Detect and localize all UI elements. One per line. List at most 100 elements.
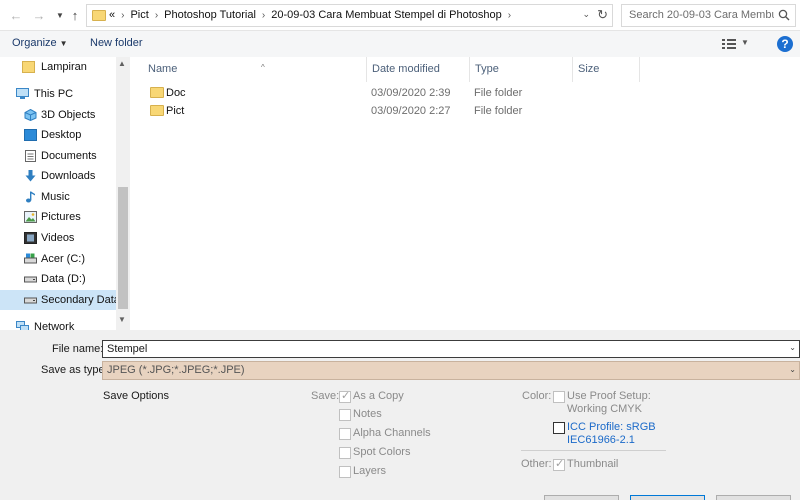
command-bar: Organize ▼ New folder ▼ ? xyxy=(0,31,800,57)
column-header-size[interactable]: Size xyxy=(571,57,639,82)
computer-icon xyxy=(16,88,29,99)
save-as-type-label: Save as type: xyxy=(41,364,108,376)
view-dropdown-icon[interactable]: ▼ xyxy=(741,38,749,47)
nav-item-secondary-data[interactable]: Secondary Data xyxy=(0,290,120,310)
icc-profile-name: IEC61966-2.1 xyxy=(567,434,635,446)
file-name-label: File name: xyxy=(52,343,104,355)
search-input[interactable]: Search 20-09-03 Cara Membuat Stempel di … xyxy=(621,4,796,27)
folder-icon xyxy=(22,61,35,73)
nav-item-label: Acer (C:) xyxy=(41,253,85,265)
save-form: File name: Stempel ⌄ Save as type: JPEG … xyxy=(0,330,800,500)
nav-item-documents[interactable]: Documents xyxy=(0,146,116,166)
column-header-type[interactable]: Type xyxy=(468,57,572,82)
as-a-copy-checkbox[interactable]: ✓ xyxy=(339,390,351,403)
scroll-thumb[interactable] xyxy=(118,187,128,309)
music-icon xyxy=(26,191,35,203)
save-as-type-select[interactable]: JPEG (*.JPG;*.JPEG;*.JPE) ⌄ xyxy=(102,361,800,380)
scroll-down-icon[interactable]: ▼ xyxy=(118,315,126,324)
breadcrumb-item[interactable]: 20-09-03 Cara Membuat Stempel di Photosh… xyxy=(271,9,502,21)
breadcrumb: « › Pict › Photoshop Tutorial › 20-09-03 Cara … xyxy=(109,5,517,26)
cancel-button[interactable] xyxy=(716,495,791,500)
save-label: Save: xyxy=(311,390,340,402)
nav-item-label: Downloads xyxy=(41,170,96,182)
file-list: Name ^ Date modified Type Size Doc 03/09… xyxy=(130,57,800,330)
layers-checkbox[interactable] xyxy=(339,466,351,478)
nav-item-desktop[interactable]: Desktop xyxy=(0,125,116,145)
nav-scrollbar[interactable]: ▲ ▼ xyxy=(116,57,130,330)
nav-item-3d-objects[interactable]: 3D Objects xyxy=(0,105,116,125)
file-type: File folder xyxy=(474,87,523,99)
save-button[interactable] xyxy=(630,495,705,500)
help-icon[interactable]: ? xyxy=(777,36,793,52)
column-header-name[interactable]: Name ^ xyxy=(141,57,366,82)
chevron-down-icon[interactable]: ⌄ xyxy=(789,365,796,374)
drive-icon xyxy=(24,276,37,283)
column-header-date[interactable]: Date modified xyxy=(365,57,469,82)
alpha-channels-checkbox[interactable] xyxy=(339,428,351,440)
drive-icon xyxy=(24,253,37,264)
nav-item-network[interactable]: Network xyxy=(0,317,116,330)
nav-item-label: Secondary Data xyxy=(41,294,120,306)
nav-item-label: Videos xyxy=(41,232,75,244)
layers-label: Layers xyxy=(353,465,387,477)
working-cmyk-label: Working CMYK xyxy=(567,403,642,415)
chevron-down-icon: ▼ xyxy=(59,39,68,48)
options-button[interactable] xyxy=(544,495,619,500)
address-dropdown-icon[interactable]: ⌄ xyxy=(582,9,590,20)
nav-item-label: Data (D:) xyxy=(41,273,86,285)
new-folder-button[interactable]: New folder xyxy=(90,37,143,49)
icc-profile-checkbox[interactable] xyxy=(553,422,565,434)
file-name-input[interactable]: Stempel ⌄ xyxy=(102,340,800,358)
folder-icon xyxy=(92,10,106,21)
organize-button[interactable]: Organize ▼ xyxy=(12,37,68,49)
recent-locations-chevron-icon[interactable]: ▼ xyxy=(52,8,68,24)
check-icon: ✓ xyxy=(555,458,565,470)
breadcrumb-item[interactable]: Pict xyxy=(130,9,148,21)
documents-icon xyxy=(25,150,36,162)
spot-colors-label: Spot Colors xyxy=(353,446,411,458)
nav-item-label: Desktop xyxy=(41,129,82,141)
view-options-icon[interactable] xyxy=(722,38,736,50)
desktop-icon xyxy=(24,129,37,141)
folder-icon xyxy=(150,105,164,116)
chevron-right-icon: › xyxy=(121,10,125,21)
file-name: Doc xyxy=(166,87,186,99)
nav-item-lampiran[interactable]: Lampiran xyxy=(0,57,116,77)
address-row: ← → ▼ ↑ « › Pict › Photoshop Tutorial › 20-09-… xyxy=(0,0,800,31)
nav-item-pictures[interactable]: Pictures xyxy=(0,207,116,227)
back-arrow-icon[interactable]: ← xyxy=(8,8,24,24)
use-proof-setup-checkbox[interactable] xyxy=(553,391,565,403)
address-bar[interactable]: « › Pict › Photoshop Tutorial › 20-09-03 Cara … xyxy=(86,4,613,27)
nav-item-downloads[interactable]: Downloads xyxy=(0,166,116,186)
organize-label: Organize xyxy=(12,37,57,49)
nav-item-music[interactable]: Music xyxy=(0,187,116,207)
column-label: Name xyxy=(148,63,178,75)
downloads-icon xyxy=(25,170,36,182)
nav-item-videos[interactable]: Videos xyxy=(0,228,116,248)
nav-item-this-pc[interactable]: This PC xyxy=(0,84,116,104)
divider xyxy=(521,450,666,451)
up-arrow-icon[interactable]: ↑ xyxy=(67,8,83,24)
scroll-up-icon[interactable]: ▲ xyxy=(118,59,126,68)
spot-colors-checkbox[interactable] xyxy=(339,447,351,459)
navigation-pane: Lampiran This PC 3D Objects Desktop Docu… xyxy=(0,57,130,330)
file-row[interactable]: Pict 03/09/2020 2:27 File folder xyxy=(144,102,564,120)
network-icon xyxy=(16,321,29,330)
notes-checkbox[interactable] xyxy=(339,409,351,421)
file-date: 03/09/2020 2:27 xyxy=(371,105,451,117)
forward-arrow-icon[interactable]: → xyxy=(31,8,47,24)
breadcrumb-item[interactable]: Photoshop Tutorial xyxy=(164,9,256,21)
chevron-down-icon[interactable]: ⌄ xyxy=(789,343,796,352)
nav-item-label: This PC xyxy=(34,88,74,100)
refresh-icon[interactable]: ↻ xyxy=(597,7,608,23)
breadcrumb-overflow[interactable]: « xyxy=(109,9,115,21)
thumbnail-checkbox[interactable]: ✓ xyxy=(553,458,565,471)
nav-item-acer-c[interactable]: Acer (C:) xyxy=(0,249,116,269)
column-divider[interactable] xyxy=(639,57,640,82)
nav-item-data-d[interactable]: Data (D:) xyxy=(0,269,116,289)
thumbnail-label: Thumbnail xyxy=(567,458,619,470)
chevron-right-icon: › xyxy=(261,10,266,21)
chevron-right-icon: › xyxy=(507,10,512,21)
use-proof-setup-label: Use Proof Setup: xyxy=(567,390,651,402)
file-row[interactable]: Doc 03/09/2020 2:39 File folder xyxy=(144,84,564,102)
